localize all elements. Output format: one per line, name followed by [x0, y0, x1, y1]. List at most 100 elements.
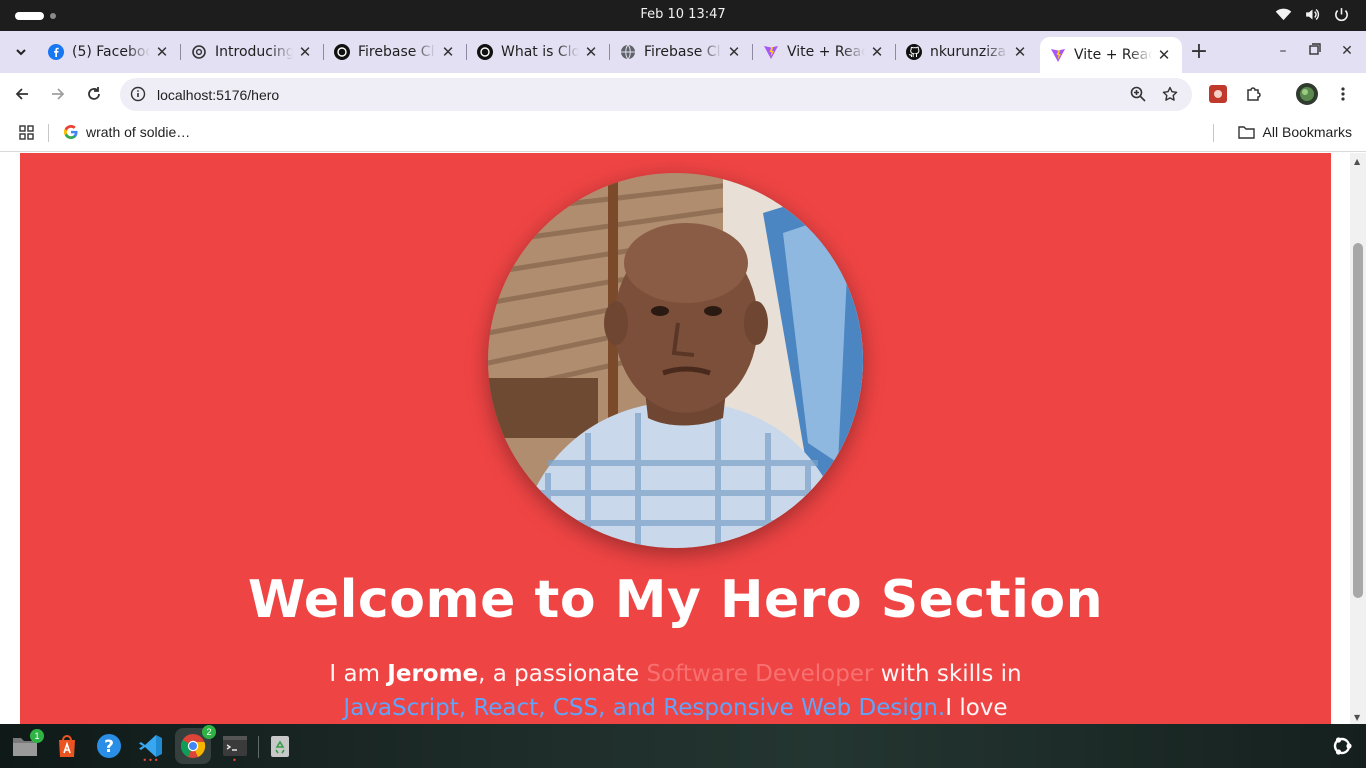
scrollbar-thumb[interactable]: [1353, 243, 1363, 598]
intro-after-role: with skills in: [873, 661, 1022, 687]
tab-introducing[interactable]: Introducing ✕: [181, 37, 324, 67]
globe-icon: [620, 44, 636, 60]
puzzle-icon: [1247, 87, 1261, 101]
tab-title: Vite + React: [1074, 47, 1152, 63]
bookmarks-bar: wrath of soldie… All Bookmarks: [0, 115, 1366, 152]
scroll-up-arrow-icon[interactable]: ▲: [1354, 157, 1360, 166]
site-info-icon[interactable]: [130, 86, 146, 106]
tab-title: Firebase Cl: [644, 44, 721, 60]
url-input[interactable]: [157, 78, 1057, 111]
tab-firebase-2[interactable]: Firebase Cl ✕: [610, 37, 753, 67]
restore-button[interactable]: [1306, 43, 1324, 59]
minimize-button[interactable]: –: [1274, 43, 1292, 59]
vscode-icon: [139, 735, 162, 757]
dock-trash[interactable]: [266, 732, 294, 760]
os-top-bar: Feb 10 13:47: [0, 0, 1366, 31]
hero-skills: JavaScript, React, CSS, and Responsive W…: [343, 695, 946, 721]
forward-button[interactable]: [46, 82, 70, 106]
profile-photo: [488, 173, 863, 548]
reload-icon: [88, 87, 100, 100]
svg-text:?: ?: [104, 737, 114, 757]
tab-what-is-cloud[interactable]: What is Clo ✕: [467, 37, 610, 67]
bookmark-label: wrath of soldie…: [86, 124, 191, 140]
terminal-icon: [223, 736, 247, 756]
page-scrollbar[interactable]: ▲ ▼: [1350, 153, 1366, 724]
profile-photo-illustration: [488, 173, 863, 548]
all-bookmarks-button[interactable]: All Bookmarks: [1237, 124, 1352, 140]
tab-title: (5) Facebook: [72, 44, 150, 60]
os-dock: 1 ? ••• 2 •: [0, 724, 1366, 768]
tab-facebook[interactable]: (5) Facebook ✕: [38, 37, 181, 67]
tab-close-button[interactable]: ✕: [583, 44, 599, 60]
files-badge: 1: [30, 729, 44, 743]
new-tab-button[interactable]: +: [1186, 40, 1212, 66]
hero-name: Jerome: [387, 661, 479, 687]
browser-tab-strip: (5) Facebook ✕ Introducing ✕ Firebase Cl…: [0, 31, 1366, 73]
tab-close-button[interactable]: ✕: [297, 44, 313, 60]
trash-icon: [271, 736, 289, 757]
tab-vite-react-1[interactable]: Vite + React ✕: [753, 37, 896, 67]
back-button[interactable]: [10, 82, 34, 106]
tab-close-button[interactable]: ✕: [1156, 47, 1172, 63]
close-window-button[interactable]: ✕: [1338, 43, 1356, 59]
power-icon: [1335, 8, 1348, 22]
profile-avatar[interactable]: [1295, 82, 1319, 106]
volume-icon: [1306, 8, 1320, 21]
hero-intro: I am Jerome, a passionate Software Devel…: [320, 657, 1031, 724]
tab-close-button[interactable]: ✕: [154, 44, 170, 60]
extension-button[interactable]: [1206, 82, 1230, 106]
dock-files[interactable]: 1: [11, 729, 44, 760]
openai-icon: [334, 44, 350, 60]
bookmark-item[interactable]: wrath of soldie…: [64, 124, 190, 140]
tab-title: Firebase Cl: [358, 44, 435, 60]
apps-grid-icon[interactable]: [19, 125, 34, 143]
more-vertical-icon: [1341, 87, 1345, 101]
tab-vite-react-active[interactable]: Vite + React ✕: [1040, 37, 1182, 73]
arrow-right-icon: [52, 88, 65, 100]
dock-vscode[interactable]: •••: [137, 732, 165, 765]
dock-terminal[interactable]: •: [221, 732, 249, 765]
intro-prefix: I am: [329, 661, 388, 687]
tab-title: Introducing: [215, 44, 293, 60]
wifi-icon: [1275, 8, 1292, 21]
help-icon: ?: [97, 734, 121, 758]
ubuntu-logo-icon: [1333, 737, 1352, 755]
system-tray[interactable]: [1275, 6, 1350, 23]
hero-role: Software Developer: [646, 661, 874, 687]
tab-github[interactable]: nkurunziza ✕: [896, 37, 1038, 67]
github-icon: [906, 44, 922, 60]
reload-button[interactable]: [82, 82, 106, 106]
intro-tail: I love: [945, 695, 1008, 721]
dock-show-apps[interactable]: [1328, 732, 1356, 760]
dock-chrome[interactable]: 2: [175, 725, 216, 764]
dock-help[interactable]: ?: [95, 732, 123, 760]
zoom-icon[interactable]: [1130, 86, 1146, 106]
dock-app-center[interactable]: [53, 732, 81, 760]
bookmark-star-icon[interactable]: [1162, 86, 1178, 106]
hero-section: Welcome to My Hero Section I am Jerome, …: [20, 153, 1331, 724]
extensions-menu-button[interactable]: [1242, 82, 1266, 106]
tab-close-button[interactable]: ✕: [440, 44, 456, 60]
facebook-icon: [48, 44, 64, 60]
browser-menu-button[interactable]: [1331, 82, 1355, 106]
arrow-left-icon: [15, 88, 28, 100]
tab-close-button[interactable]: ✕: [726, 44, 742, 60]
intro-mid: , a passionate: [478, 661, 647, 687]
address-bar[interactable]: [120, 78, 1192, 111]
page-viewport: Welcome to My Hero Section I am Jerome, …: [0, 153, 1350, 724]
chrome-icon: [180, 734, 206, 758]
scroll-down-arrow-icon[interactable]: ▼: [1354, 713, 1360, 722]
chevron-down-icon: [16, 49, 26, 56]
openai-icon: [191, 44, 207, 60]
tab-firebase-1[interactable]: Firebase Cl ✕: [324, 37, 467, 67]
system-clock[interactable]: Feb 10 13:47: [0, 7, 1366, 22]
hero-title: Welcome to My Hero Section: [247, 570, 1104, 630]
google-icon: [64, 125, 78, 139]
tab-search-button[interactable]: [8, 39, 34, 65]
all-bookmarks-label: All Bookmarks: [1262, 124, 1352, 140]
tab-title: nkurunziza: [930, 44, 1007, 60]
vite-icon: [1050, 47, 1066, 63]
tab-close-button[interactable]: ✕: [1012, 44, 1028, 60]
tab-title: What is Clo: [501, 44, 579, 60]
tab-close-button[interactable]: ✕: [869, 44, 885, 60]
